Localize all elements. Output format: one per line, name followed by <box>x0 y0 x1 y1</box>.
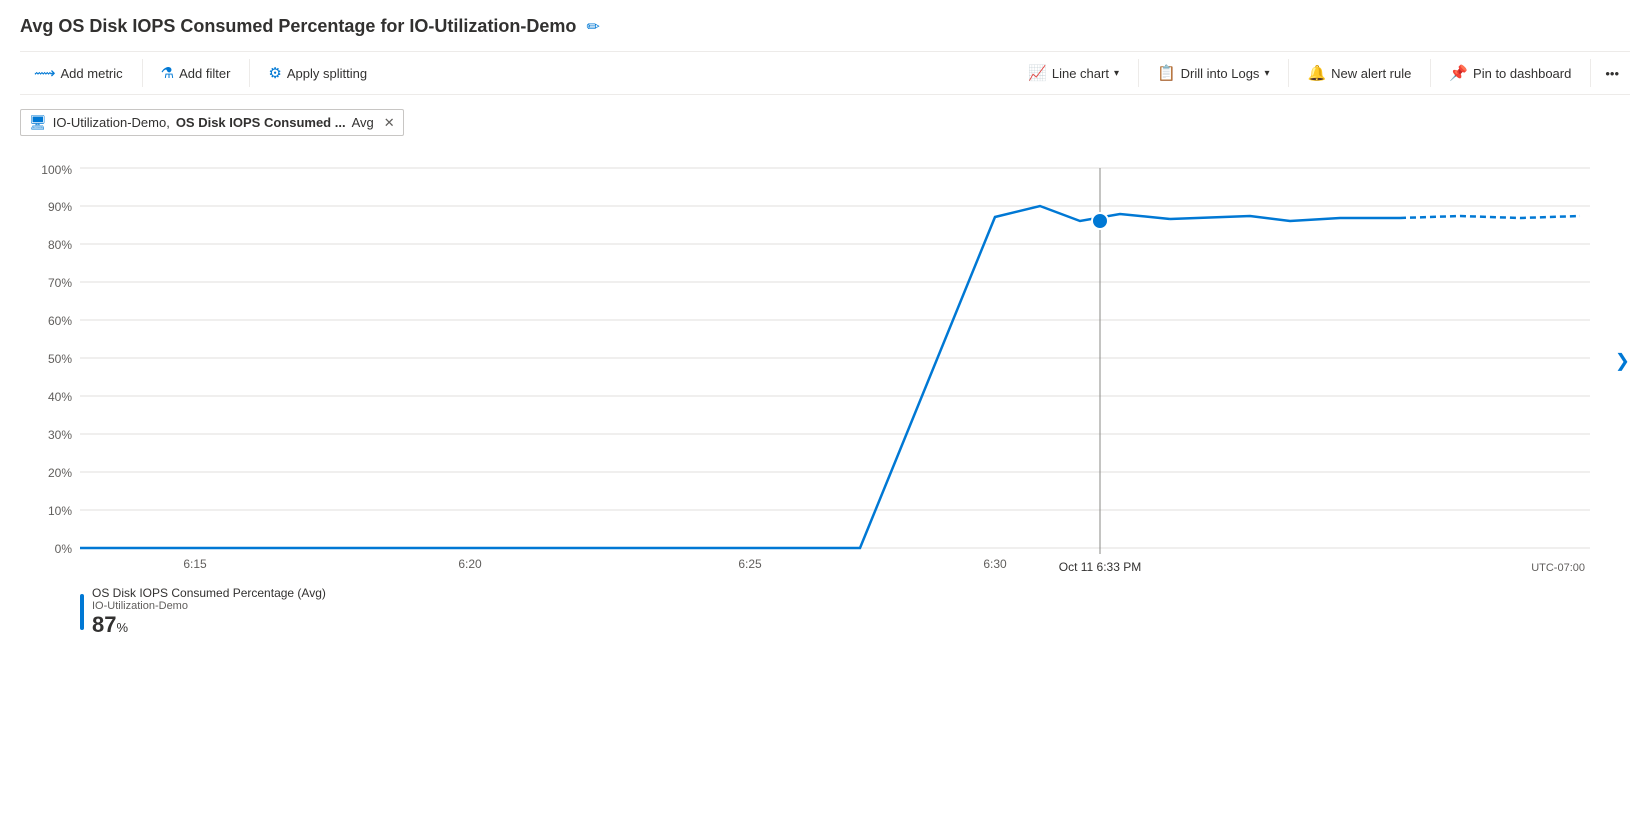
separator-2 <box>249 59 250 87</box>
separator-6 <box>1590 59 1591 87</box>
drill-logs-arrow: ▾ <box>1264 68 1269 79</box>
more-options-button[interactable]: ••• <box>1595 60 1630 87</box>
crosshair-label: Oct 11 6:33 PM <box>1059 560 1141 574</box>
svg-text:6:30: 6:30 <box>983 557 1007 571</box>
apply-splitting-button[interactable]: ⚙ Apply splitting <box>254 58 382 88</box>
svg-text:50%: 50% <box>48 352 72 366</box>
svg-text:40%: 40% <box>48 390 72 404</box>
svg-text:20%: 20% <box>48 466 72 480</box>
filter-label-2: OS Disk IOPS Consumed ... <box>176 115 346 130</box>
line-chart-icon: 📈 <box>1028 64 1047 82</box>
chart-line-dashed <box>1400 216 1580 218</box>
edit-icon[interactable]: ✏ <box>586 17 599 37</box>
svg-text:90%: 90% <box>48 200 72 214</box>
add-filter-icon: ⚗ <box>161 64 174 82</box>
chart-svg: 100% 90% 80% 70% 60% 50% 40% 30% 20% 10%… <box>20 146 1610 576</box>
toolbar: ⟿ Add metric ⚗ Add filter ⚙ Apply splitt… <box>20 51 1630 95</box>
add-metric-button[interactable]: ⟿ Add metric <box>20 58 138 88</box>
y-axis: 100% 90% 80% 70% 60% 50% 40% 30% 20% 10%… <box>41 163 72 556</box>
filter-label-3: Avg <box>352 115 374 130</box>
svg-text:10%: 10% <box>48 504 72 518</box>
svg-text:80%: 80% <box>48 238 72 252</box>
pin-icon: 📌 <box>1449 64 1468 82</box>
chart-line-solid-2 <box>1170 216 1400 221</box>
separator-3 <box>1138 59 1139 87</box>
chart-svg-container: 100% 90% 80% 70% 60% 50% 40% 30% 20% 10%… <box>20 146 1630 576</box>
legend-color-bar <box>80 594 84 630</box>
data-point-dot <box>1092 213 1108 229</box>
filter-close-button[interactable]: ✕ <box>384 115 395 131</box>
more-options-icon: ••• <box>1605 66 1619 81</box>
filter-pill: 🖥 IO-Utilization-Demo, OS Disk IOPS Cons… <box>20 109 404 136</box>
chart-line-solid <box>80 206 1170 548</box>
svg-text:30%: 30% <box>48 428 72 442</box>
legend-text: OS Disk IOPS Consumed Percentage (Avg) I… <box>92 586 326 638</box>
chart-right-arrow[interactable]: ❯ <box>1615 351 1630 372</box>
legend-item: OS Disk IOPS Consumed Percentage (Avg) I… <box>80 586 1630 638</box>
svg-text:60%: 60% <box>48 314 72 328</box>
add-filter-button[interactable]: ⚗ Add filter <box>147 58 246 88</box>
filter-pill-row: 🖥 IO-Utilization-Demo, OS Disk IOPS Cons… <box>20 109 1630 136</box>
line-chart-button[interactable]: 📈 Line chart ▾ <box>1014 58 1134 88</box>
separator-1 <box>142 59 143 87</box>
line-chart-arrow: ▾ <box>1114 68 1119 79</box>
legend-subtitle: IO-Utilization-Demo <box>92 600 326 612</box>
add-metric-icon: ⟿ <box>34 64 56 82</box>
new-alert-rule-button[interactable]: 🔔 New alert rule <box>1293 58 1426 88</box>
chart-wrapper: 100% 90% 80% 70% 60% 50% 40% 30% 20% 10%… <box>20 146 1630 638</box>
svg-text:70%: 70% <box>48 276 72 290</box>
svg-text:100%: 100% <box>41 163 72 177</box>
page-container: Avg OS Disk IOPS Consumed Percentage for… <box>0 0 1650 817</box>
x-axis: 6:15 6:20 6:25 6:30 <box>183 557 1007 571</box>
grid-lines <box>80 168 1590 548</box>
separator-4 <box>1288 59 1289 87</box>
drill-logs-icon: 📋 <box>1157 64 1176 82</box>
svg-text:6:15: 6:15 <box>183 557 207 571</box>
title-row: Avg OS Disk IOPS Consumed Percentage for… <box>20 16 1630 37</box>
svg-text:6:25: 6:25 <box>738 557 762 571</box>
filter-label-1: IO-Utilization-Demo, <box>53 115 170 130</box>
timezone-label: UTC-07:00 <box>1531 562 1585 574</box>
separator-5 <box>1430 59 1431 87</box>
legend-value: 87% <box>92 612 326 638</box>
svg-text:0%: 0% <box>55 542 73 556</box>
page-title: Avg OS Disk IOPS Consumed Percentage for… <box>20 16 576 37</box>
new-alert-icon: 🔔 <box>1307 64 1326 82</box>
vm-icon: 🖥 <box>29 114 47 131</box>
drill-into-logs-button[interactable]: 📋 Drill into Logs ▾ <box>1143 58 1284 88</box>
pin-to-dashboard-button[interactable]: 📌 Pin to dashboard <box>1435 58 1586 88</box>
legend-title: OS Disk IOPS Consumed Percentage (Avg) <box>92 586 326 600</box>
apply-splitting-icon: ⚙ <box>268 64 281 82</box>
svg-text:6:20: 6:20 <box>458 557 482 571</box>
chart-legend: OS Disk IOPS Consumed Percentage (Avg) I… <box>20 586 1630 638</box>
